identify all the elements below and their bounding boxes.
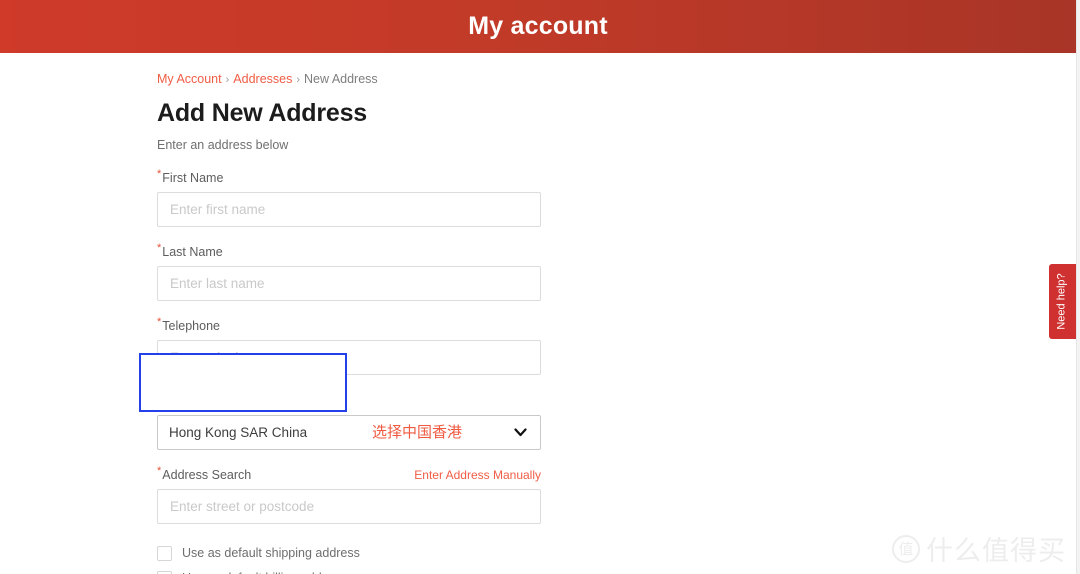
watermark-text: 什么值得买	[926, 536, 1066, 567]
breadcrumb-item-addresses[interactable]: Addresses	[233, 72, 292, 86]
label-text: First Name	[162, 171, 224, 186]
country-select-value: Hong Kong SAR China	[169, 424, 308, 440]
breadcrumb-item-new-address: New Address	[304, 72, 378, 86]
label-address-search: *Address Search	[157, 464, 252, 483]
label-first-name: *First Name	[157, 169, 541, 186]
required-asterisk: *	[157, 316, 162, 329]
page-root: My account My Account › Addresses › New Addr…	[0, 0, 1080, 574]
default-shipping-checkbox[interactable]	[157, 545, 172, 561]
address-search-input[interactable]	[157, 488, 541, 524]
field-address-search: *Address Search Enter Address Manually	[157, 464, 541, 524]
field-first-name: *First Name	[157, 169, 541, 228]
annotation-callout-background	[141, 355, 345, 410]
required-asterisk: *	[157, 464, 162, 477]
breadcrumb: My Account › Addresses › New Address	[157, 71, 541, 88]
default-shipping-label: Use as default shipping address	[182, 545, 360, 560]
need-help-label: Need help?	[1056, 273, 1068, 330]
required-asterisk: *	[157, 168, 162, 180]
breadcrumb-item-my-account[interactable]: My Account	[157, 72, 222, 86]
label-text: Last Name	[162, 245, 223, 260]
first-name-input[interactable]	[157, 192, 541, 228]
watermark: 值 什么值得买	[892, 529, 1066, 568]
checkbox-group: Use as default shipping address Use as d…	[157, 545, 541, 574]
page-subtitle: Enter an address below	[157, 138, 289, 152]
enter-address-manually-link[interactable]: Enter Address Manually	[414, 468, 541, 482]
watermark-logo-icon: 值	[892, 534, 920, 563]
address-search-label-row: *Address Search Enter Address Manually	[157, 464, 541, 483]
page-scrollbar[interactable]	[1076, 0, 1080, 574]
site-header: My account	[0, 0, 1076, 53]
page-title: Add New Address	[157, 99, 368, 127]
required-asterisk: *	[157, 242, 162, 255]
chinese-annotation-text: 选择中国香港	[372, 422, 463, 441]
main-content: My Account › Addresses › New Address Add New…	[157, 53, 541, 574]
label-text: Telephone	[162, 319, 220, 334]
label-text: Address Search	[162, 467, 252, 482]
breadcrumb-separator: ›	[225, 74, 230, 86]
label-last-name: *Last Name	[157, 243, 541, 260]
page-header-title: My account	[468, 12, 608, 40]
country-select[interactable]: Hong Kong SAR China 选择中国香港	[157, 414, 541, 450]
chevron-down-icon	[514, 415, 527, 450]
breadcrumb-separator: ›	[296, 74, 301, 86]
label-telephone: *Telephone	[157, 317, 541, 334]
need-help-tab[interactable]: Need help?	[1049, 264, 1076, 339]
last-name-input[interactable]	[157, 266, 541, 302]
checkbox-row-default-shipping[interactable]: Use as default shipping address	[157, 545, 541, 561]
field-last-name: *Last Name	[157, 243, 541, 302]
